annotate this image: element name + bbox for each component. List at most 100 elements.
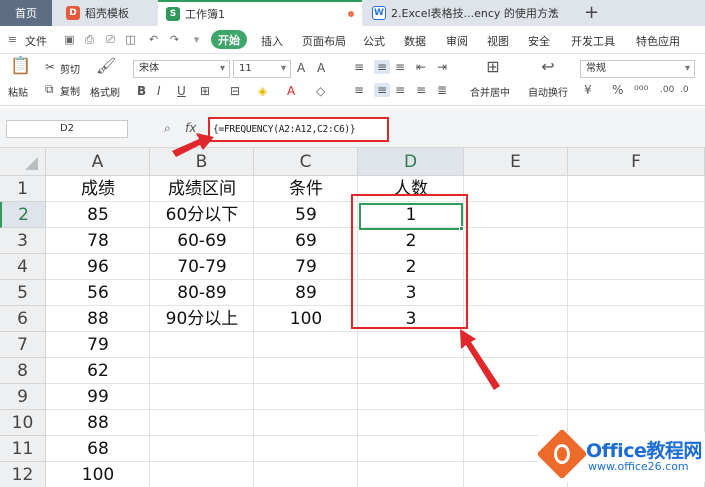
scissors-icon[interactable]: ✂ [45, 60, 55, 74]
close-tab-icon[interactable]: • [549, 5, 556, 19]
decrease-decimal-icon[interactable]: .0 [680, 83, 689, 97]
menu-developer[interactable]: 开发工具 [571, 33, 615, 49]
cell-a1[interactable]: 成绩 [46, 176, 150, 202]
align-top-icon[interactable]: ≡ [354, 60, 364, 74]
row-header-5[interactable]: 5 [0, 280, 46, 306]
merge-center-label[interactable]: 合并居中 [470, 84, 510, 99]
thousands-icon[interactable]: ⁰⁰⁰ [634, 83, 648, 97]
save-icon[interactable]: ▣ [63, 33, 76, 46]
column-header-d[interactable]: D [358, 148, 464, 176]
cell-a3[interactable]: 78 [46, 228, 150, 254]
cell-a9[interactable]: 99 [46, 384, 150, 410]
cell-c6[interactable]: 100 [254, 306, 358, 332]
tab-workbook[interactable]: S 工作簿1 [158, 0, 362, 26]
dropdown-icon[interactable]: ▾ [190, 33, 203, 46]
increase-decimal-icon[interactable]: .00 [660, 83, 674, 97]
cell-a11[interactable]: 68 [46, 436, 150, 462]
column-header-a[interactable]: A [46, 148, 150, 176]
cell-a10[interactable]: 88 [46, 410, 150, 436]
merge-icon[interactable]: ⊟ [230, 84, 240, 98]
menu-special[interactable]: 特色应用 [636, 33, 680, 49]
cell-c3[interactable]: 69 [254, 228, 358, 254]
menu-view[interactable]: 视图 [487, 33, 509, 49]
formula-input[interactable]: {=FREQUENCY(A2:A12,C2:C6)} [208, 117, 389, 142]
cell-a8[interactable]: 62 [46, 358, 150, 384]
cell-c1[interactable]: 条件 [254, 176, 358, 202]
fill-color-icon[interactable]: ◈ [258, 84, 267, 98]
cell-a6[interactable]: 88 [46, 306, 150, 332]
menu-data[interactable]: 数据 [404, 33, 426, 49]
cell-a2[interactable]: 85 [46, 202, 150, 228]
justify-icon[interactable]: ≡ [416, 83, 426, 97]
cell-b4[interactable]: 70-79 [150, 254, 254, 280]
cell-a5[interactable]: 56 [46, 280, 150, 306]
increase-font-icon[interactable]: A [297, 61, 305, 75]
copy-icon[interactable]: ⧉ [45, 82, 54, 96]
cell-c4[interactable]: 79 [254, 254, 358, 280]
row-header-10[interactable]: 10 [0, 410, 46, 436]
currency-icon[interactable]: ¥ [584, 83, 592, 97]
align-middle-icon[interactable]: ≡ [374, 60, 390, 74]
cell-a12[interactable]: 100 [46, 462, 150, 487]
zoom-icon[interactable]: ⌕ [164, 121, 171, 135]
border-icon[interactable]: ⊞ [200, 84, 210, 98]
align-left-icon[interactable]: ≡ [354, 83, 364, 97]
wrap-text-label[interactable]: 自动换行 [528, 84, 568, 99]
paste-icon[interactable]: 📋 [10, 58, 31, 79]
column-header-b[interactable]: B [150, 148, 254, 176]
cell-c2[interactable]: 59 [254, 202, 358, 228]
column-header-c[interactable]: C [254, 148, 358, 176]
menu-page-layout[interactable]: 页面布局 [302, 33, 346, 49]
bold-icon[interactable]: B [137, 84, 146, 98]
paste-label[interactable]: 粘贴 [8, 84, 28, 99]
name-box[interactable]: D2 [6, 120, 128, 138]
new-tab-icon[interactable]: + [584, 2, 599, 23]
row-header-4[interactable]: 4 [0, 254, 46, 280]
align-bottom-icon[interactable]: ≡ [395, 60, 405, 74]
print-icon[interactable]: ⎚ [104, 33, 117, 46]
font-name-select[interactable]: 宋体 ▾ [133, 60, 230, 78]
wrap-text-icon[interactable]: ↩ [538, 59, 558, 75]
decrease-font-icon[interactable]: A [317, 61, 325, 75]
row-header-8[interactable]: 8 [0, 358, 46, 384]
distribute-icon[interactable]: ≣ [437, 83, 447, 97]
cell-b6[interactable]: 90分以上 [150, 306, 254, 332]
redo-icon[interactable]: ↷ [168, 33, 181, 46]
copy-label[interactable]: 复制 [60, 83, 80, 98]
font-color-icon[interactable]: A [287, 84, 295, 98]
cell-c5[interactable]: 89 [254, 280, 358, 306]
print-preview-icon[interactable]: ⎙ [83, 33, 96, 46]
number-format-select[interactable]: 常规 ▾ [580, 60, 695, 78]
percent-icon[interactable]: % [612, 83, 623, 97]
cell-b5[interactable]: 80-89 [150, 280, 254, 306]
cell-b2[interactable]: 60分以下 [150, 202, 254, 228]
preview-icon[interactable]: ◫ [124, 33, 137, 46]
row-header-3[interactable]: 3 [0, 228, 46, 254]
menu-start[interactable]: 开始 [211, 30, 247, 49]
menu-formula[interactable]: 公式 [363, 33, 385, 49]
menu-security[interactable]: 安全 [528, 33, 550, 49]
select-all-corner[interactable] [0, 148, 46, 176]
format-painter-icon[interactable]: 🖌 [96, 58, 116, 74]
cell-a4[interactable]: 96 [46, 254, 150, 280]
format-painter-label[interactable]: 格式刷 [90, 84, 120, 99]
align-center-icon[interactable]: ≡ [374, 83, 390, 97]
fx-icon[interactable]: fx [185, 121, 196, 135]
row-header-12[interactable]: 12 [0, 462, 46, 487]
undo-icon[interactable]: ↶ [147, 33, 160, 46]
tab-document[interactable]: W 2.Excel表格技...ency 的使用方法 • [364, 0, 564, 26]
menu-review[interactable]: 审阅 [446, 33, 468, 49]
cell-b3[interactable]: 60-69 [150, 228, 254, 254]
cell-a7[interactable]: 79 [46, 332, 150, 358]
column-header-g[interactable] [672, 148, 705, 176]
row-header-6[interactable]: 6 [0, 306, 46, 332]
menu-file[interactable]: 文件 [25, 33, 47, 49]
column-header-e[interactable]: E [464, 148, 568, 176]
italic-icon[interactable]: I [157, 84, 161, 98]
underline-icon[interactable]: U [177, 84, 186, 98]
clear-format-icon[interactable]: ◇ [316, 84, 325, 98]
align-right-icon[interactable]: ≡ [395, 83, 405, 97]
cut-label[interactable]: 剪切 [60, 61, 80, 76]
hamburger-icon[interactable]: ≡ [6, 33, 19, 46]
indent-increase-icon[interactable]: ⇥ [437, 60, 447, 74]
